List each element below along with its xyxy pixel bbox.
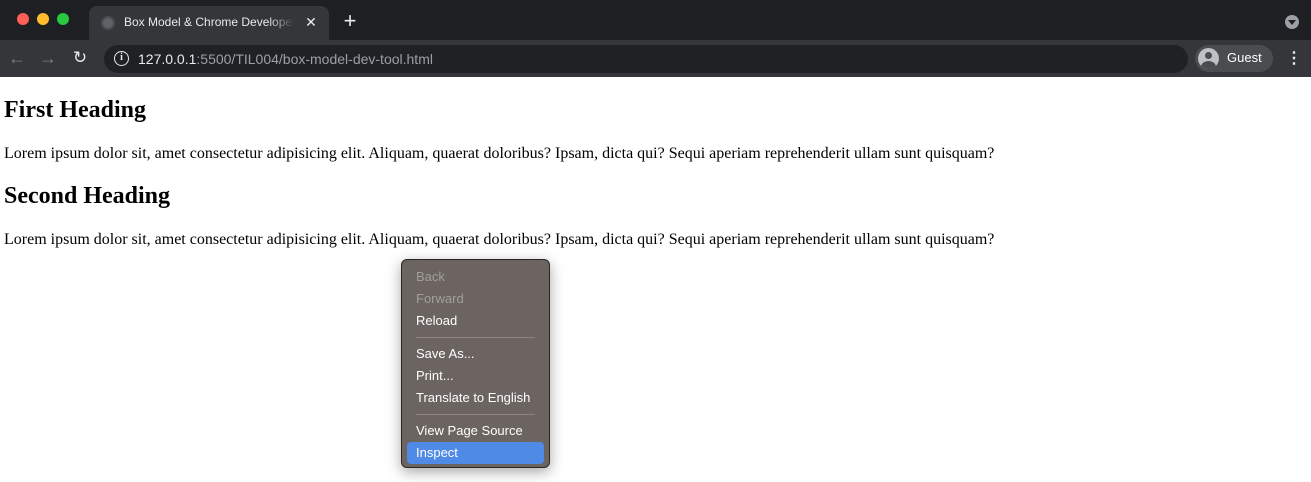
menu-item-save-as[interactable]: Save As... [407, 343, 544, 365]
address-bar[interactable]: i 127.0.0.1:5500/TIL004/box-model-dev-to… [104, 45, 1188, 73]
close-icon[interactable]: ✕ [303, 14, 319, 30]
url-text[interactable]: 127.0.0.1:5500/TIL004/box-model-dev-tool… [138, 51, 433, 67]
back-button[interactable]: ← [7, 48, 27, 68]
first-paragraph: Lorem ipsum dolor sit, amet consectetur … [4, 145, 995, 162]
person-icon [1198, 48, 1219, 69]
menu-item-back: Back [416, 269, 445, 284]
menu-item-forward: Forward [416, 291, 464, 306]
browser-toolbar: ← → ↻ i 127.0.0.1:5500/TIL004/box-model-… [0, 40, 1311, 77]
menu-item-translate[interactable]: Translate to English [407, 387, 544, 409]
tab-search-icon[interactable] [1285, 15, 1299, 29]
info-icon[interactable]: i [114, 51, 129, 66]
page-content: First Heading Lorem ipsum dolor sit, ame… [0, 77, 1311, 482]
menu-item-reload[interactable]: Reload [407, 310, 544, 332]
menu-separator [416, 337, 535, 338]
first-heading: First Heading [4, 97, 146, 123]
menu-item-view-source[interactable]: View Page Source [407, 420, 544, 442]
forward-button[interactable]: → [38, 48, 58, 68]
profile-button[interactable]: Guest [1195, 45, 1273, 72]
browser-tab[interactable]: Box Model & Chrome Developer Tools ✕ [89, 6, 329, 40]
close-window-button[interactable] [17, 13, 29, 25]
context-menu: Back Forward Reload Save As... Print... … [401, 259, 550, 468]
zoom-window-button[interactable] [57, 13, 69, 25]
tab-title: Box Model & Chrome Developer Tools [124, 15, 294, 29]
globe-icon [101, 16, 115, 30]
menu-item-print[interactable]: Print... [407, 365, 544, 387]
menu-item-inspect[interactable]: Inspect [407, 442, 544, 464]
window-titlebar: Box Model & Chrome Developer Tools ✕ + [0, 0, 1311, 40]
new-tab-button[interactable]: + [340, 10, 360, 32]
url-host: 127.0.0.1 [138, 51, 197, 67]
profile-label: Guest [1227, 50, 1262, 65]
url-path: :5500/TIL004/box-model-dev-tool.html [196, 51, 433, 67]
second-paragraph: Lorem ipsum dolor sit, amet consectetur … [4, 231, 995, 248]
minimize-window-button[interactable] [37, 13, 49, 25]
reload-button[interactable]: ↻ [70, 48, 90, 68]
more-menu-icon[interactable]: ⋮ [1286, 50, 1302, 68]
menu-separator [416, 414, 535, 415]
second-heading: Second Heading [4, 183, 171, 209]
